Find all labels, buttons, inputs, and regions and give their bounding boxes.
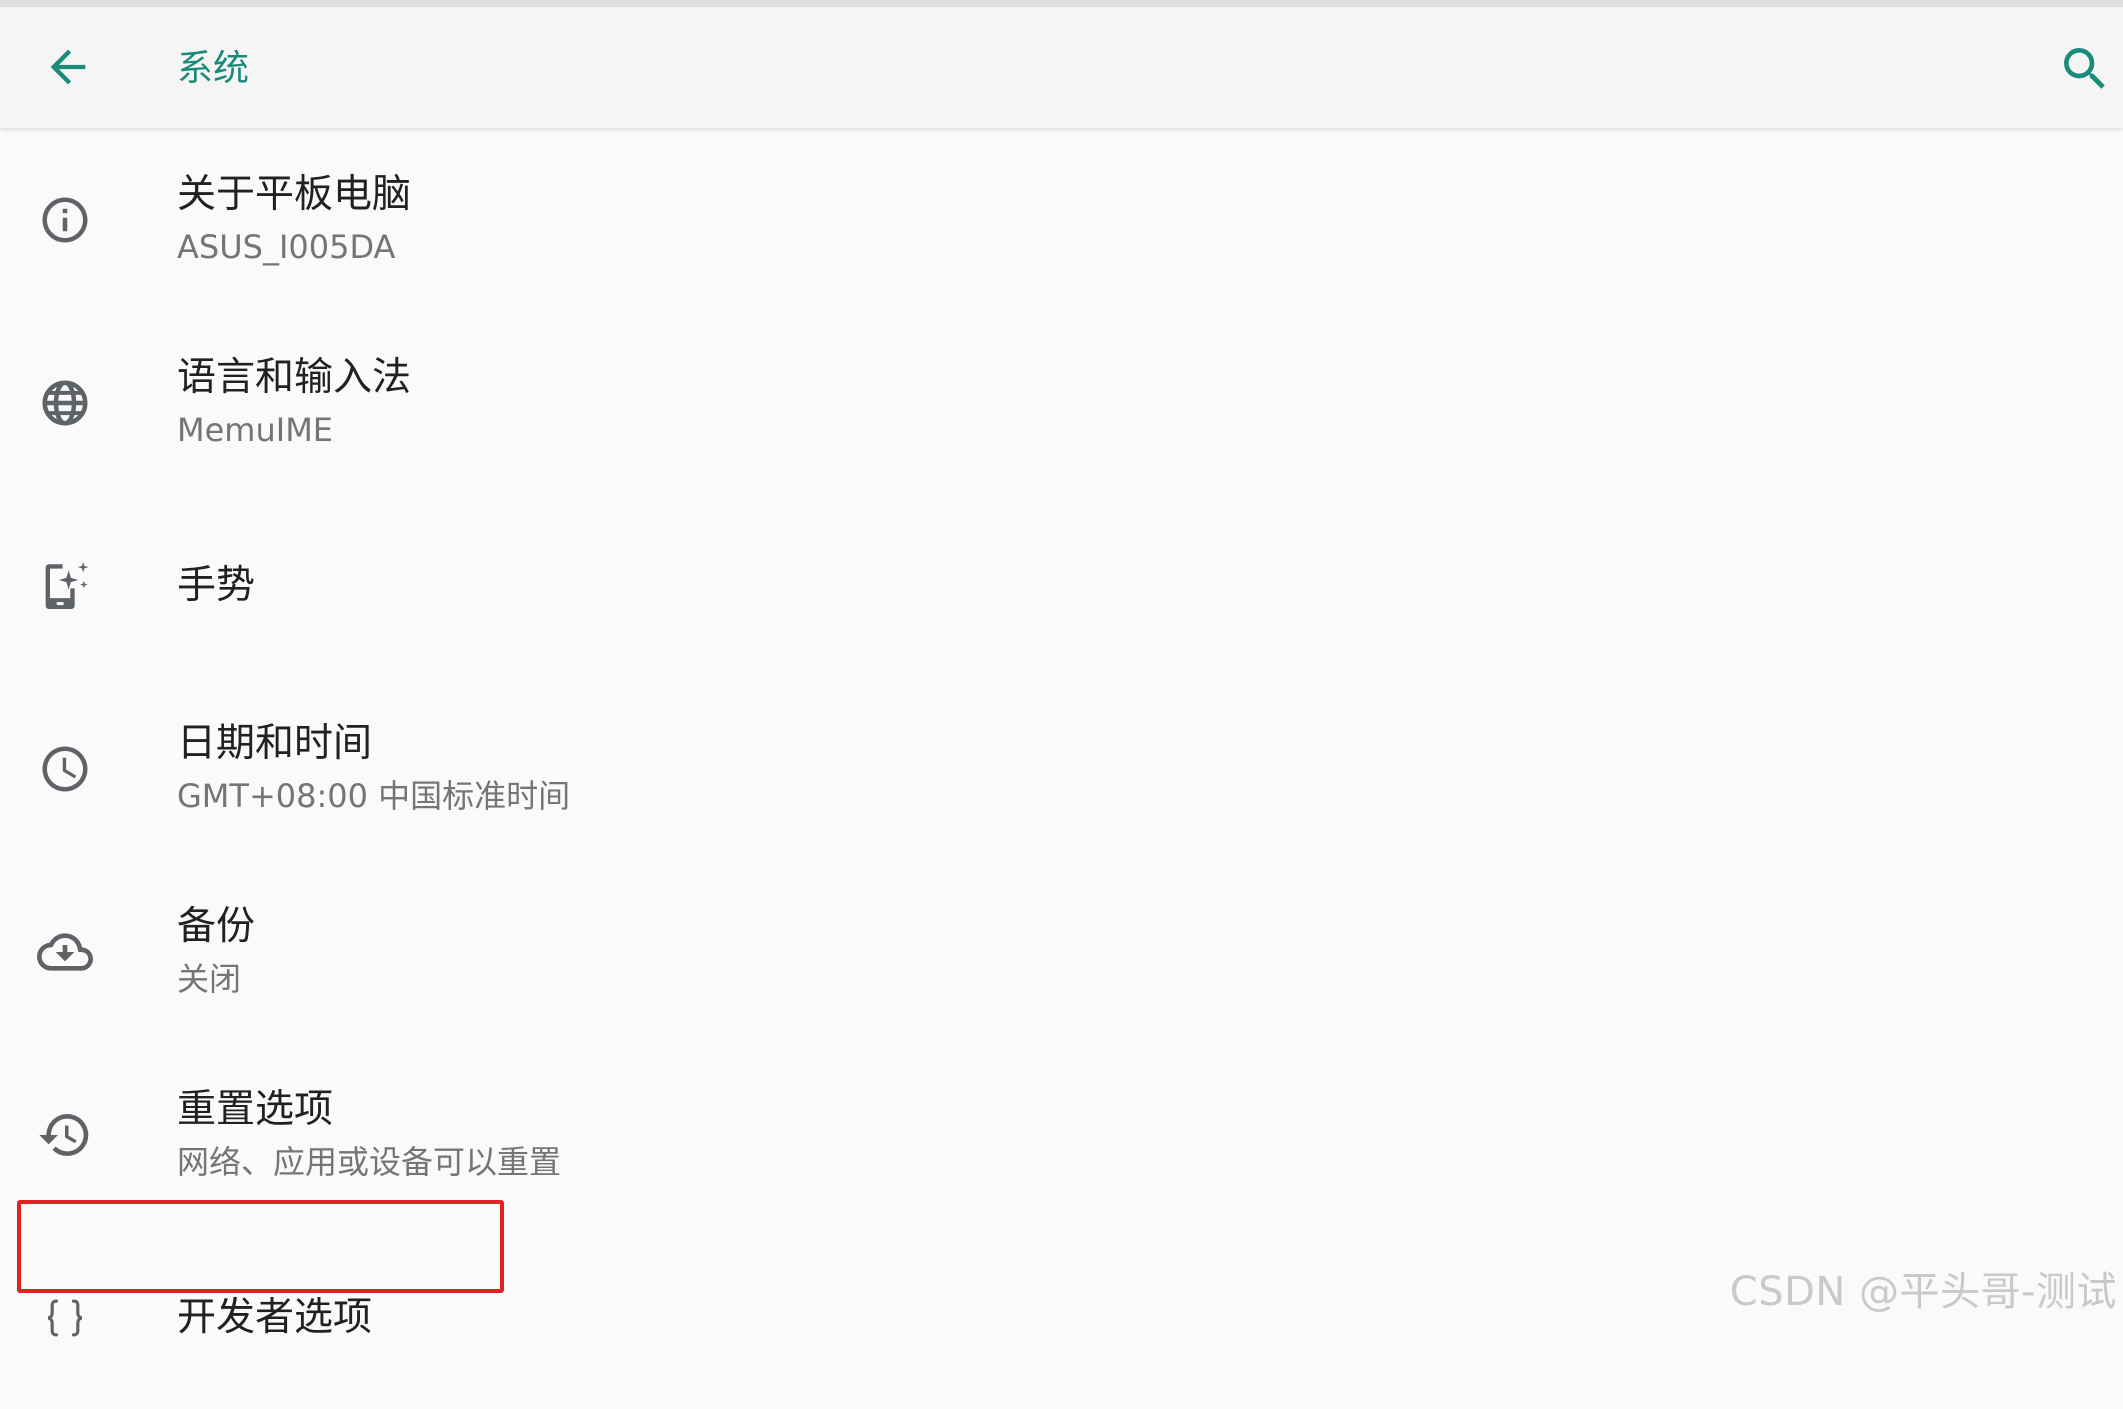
arrow-left-icon (50, 49, 86, 85)
info-icon (42, 197, 88, 242)
app-bar: 系统 (0, 7, 2123, 128)
globe-icon (42, 380, 88, 425)
settings-item-title: 手势 (177, 562, 256, 608)
page-title: 系统 (177, 48, 250, 89)
settings-item-title: 日期和时间 (177, 720, 373, 766)
settings-list: 关于平板电脑 ASUS_I005DA 语言和输入法 MemuIME 手势 日期和… (0, 128, 2123, 1409)
status-strip (0, 0, 2123, 7)
settings-item-subtitle: GMT+08:00 中国标准时间 (177, 776, 571, 815)
back-button[interactable] (38, 37, 98, 97)
settings-item-subtitle: 网络、应用或设备可以重置 (177, 1142, 562, 1181)
settings-item-date-time[interactable]: 日期和时间 GMT+08:00 中国标准时间 (0, 677, 2123, 860)
settings-item-title: 关于平板电脑 (177, 171, 412, 217)
cloud-backup-icon (37, 932, 93, 971)
settings-item-reset-options[interactable]: 重置选项 网络、应用或设备可以重置 (0, 1043, 2123, 1226)
search-icon (2064, 48, 2105, 89)
settings-item-subtitle: MemuIME (177, 410, 334, 449)
history-icon (39, 1113, 89, 1156)
settings-item-subtitle: 关闭 (177, 959, 242, 998)
settings-item-about-tablet[interactable]: 关于平板电脑 ASUS_I005DA (0, 128, 2123, 311)
settings-item-gestures[interactable]: 手势 (0, 494, 2123, 677)
settings-item-developer-options[interactable]: 开发者选项 (0, 1226, 2123, 1409)
code-braces-icon (47, 1299, 83, 1336)
settings-item-subtitle: ASUS_I005DA (177, 227, 396, 266)
settings-item-language-input[interactable]: 语言和输入法 MemuIME (0, 311, 2123, 494)
clock-icon (42, 746, 88, 791)
search-button[interactable] (2053, 37, 2117, 101)
settings-item-title: 开发者选项 (177, 1294, 373, 1340)
settings-item-backup[interactable]: 备份 关闭 (0, 860, 2123, 1043)
settings-item-title: 语言和输入法 (177, 354, 412, 400)
settings-item-title: 备份 (177, 903, 256, 949)
watermark: CSDN @平头哥-测试 (1729, 1269, 2117, 1315)
phone-gesture-icon (45, 561, 89, 609)
settings-item-title: 重置选项 (177, 1086, 334, 1132)
